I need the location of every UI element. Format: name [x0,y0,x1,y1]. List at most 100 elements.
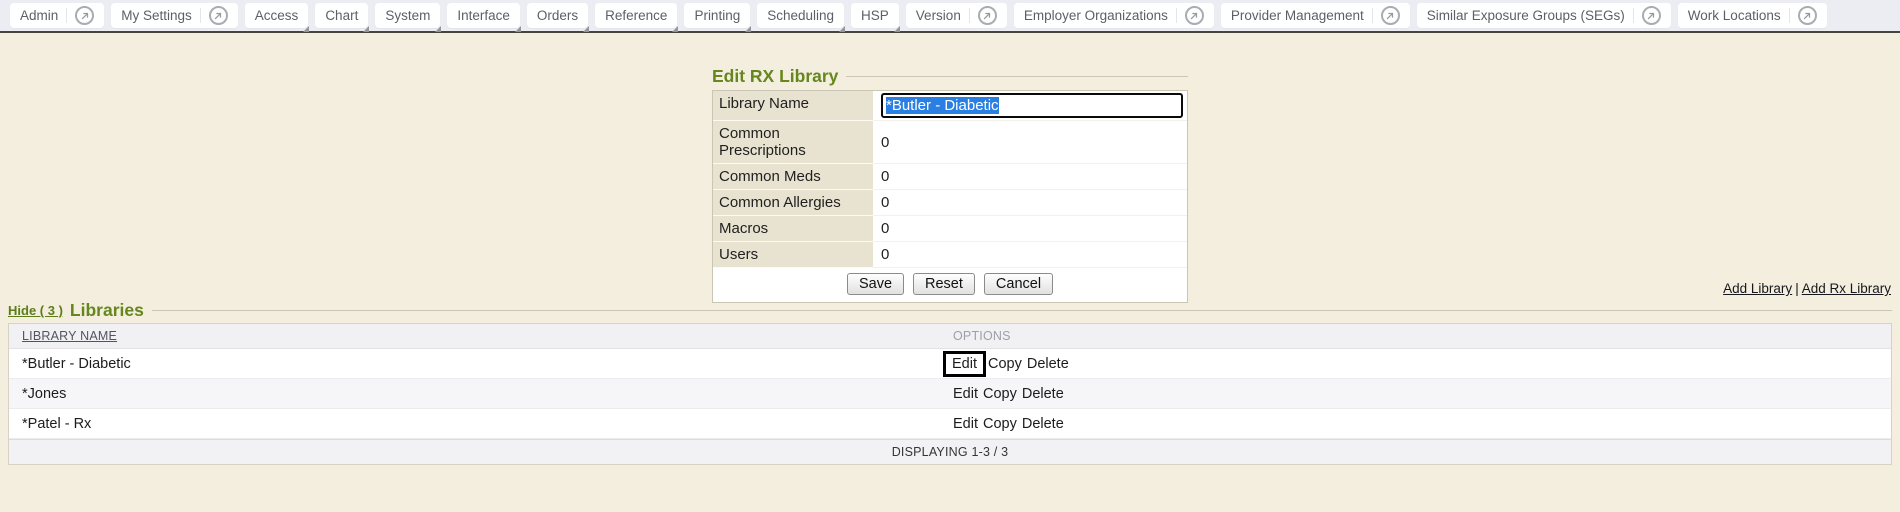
tab-hsp[interactable]: HSP [851,3,899,28]
add-links: Add Library|Add Rx Library [1723,281,1891,296]
divider [1176,8,1177,23]
library-name-cell: *Butler - Diabetic [9,356,941,372]
divider [66,8,67,23]
save-button[interactable]: Save [847,273,904,295]
add-rx-library-link[interactable]: Add Rx Library [1802,281,1891,296]
table-row: *Butler - Diabetic Edit Copy Delete [9,349,1891,379]
external-link-icon[interactable] [1185,6,1204,25]
tab-system[interactable]: System [375,3,440,28]
field-value: 0 [873,190,1187,216]
submenu-indicator-icon [435,26,441,32]
tab-label: Version [916,8,961,23]
field-value: *Butler - Diabetic [873,91,1187,121]
options-cell: Edit Copy Delete [941,351,1891,377]
delete-link[interactable]: Delete [1027,356,1069,372]
tab-access[interactable]: Access [245,3,309,28]
tab-work-locations[interactable]: Work Locations [1678,3,1827,28]
tab-label: Reference [605,8,667,23]
external-link-icon[interactable] [209,6,228,25]
field-value: 0 [873,216,1187,242]
copy-link[interactable]: Copy [983,416,1017,432]
field-value: 0 [873,164,1187,190]
selected-input-text: *Butler - Diabetic [886,97,999,114]
tab-label: Provider Management [1231,8,1364,23]
form-row-common-allergies: Common Allergies 0 [713,190,1187,216]
submenu-indicator-icon [745,26,751,32]
tab-similar-exposure-groups[interactable]: Similar Exposure Groups (SEGs) [1417,3,1671,28]
tab-label: Admin [20,8,58,23]
submenu-indicator-icon [583,26,589,32]
column-header-options: OPTIONS [941,329,1891,343]
external-link-icon[interactable] [1642,6,1661,25]
field-label: Library Name [713,91,873,121]
divider [1372,8,1373,23]
libraries-table: LIBRARY NAME OPTIONS *Butler - Diabetic … [8,323,1892,465]
tab-label: My Settings [121,8,192,23]
hide-link[interactable]: Hide ( 3 ) [8,303,63,318]
delete-link[interactable]: Delete [1022,416,1064,432]
edit-rx-library-form: Edit RX Library Library Name *Butler - D… [712,66,1188,303]
library-name-cell: *Patel - Rx [9,416,941,432]
tab-scheduling[interactable]: Scheduling [757,3,844,28]
tab-orders[interactable]: Orders [527,3,588,28]
tab-version[interactable]: Version [906,3,1007,28]
reset-button[interactable]: Reset [913,273,975,295]
column-header-library-name: LIBRARY NAME [9,329,941,343]
edit-link[interactable]: Edit [952,356,977,372]
field-label: Common Meds [713,164,873,190]
divider [1633,8,1634,23]
library-name-sort-link[interactable]: LIBRARY NAME [22,329,117,343]
divider [969,8,970,23]
tab-admin[interactable]: Admin [10,3,104,28]
tab-chart[interactable]: Chart [315,3,368,28]
legend-rule [152,310,1892,311]
options-cell: Edit Copy Delete [941,416,1891,432]
divider [1789,8,1790,23]
edit-link[interactable]: Edit [953,416,978,432]
form-row-library-name: Library Name *Butler - Diabetic [713,91,1187,121]
table-row: *Jones Edit Copy Delete [9,379,1891,409]
divider [200,8,201,23]
libraries-title: Libraries [70,300,144,321]
tab-label: Orders [537,8,578,23]
tab-label: Scheduling [767,8,834,23]
tab-label: System [385,8,430,23]
field-label: Macros [713,216,873,242]
tab-label: Employer Organizations [1024,8,1168,23]
tab-employer-organizations[interactable]: Employer Organizations [1014,3,1214,28]
submenu-indicator-icon [894,26,900,32]
form-title: Edit RX Library [712,66,838,87]
copy-link[interactable]: Copy [983,386,1017,402]
external-link-icon[interactable] [1798,6,1817,25]
table-header-row: LIBRARY NAME OPTIONS [9,324,1891,349]
tab-provider-management[interactable]: Provider Management [1221,3,1410,28]
submenu-indicator-icon [672,26,678,32]
tab-label: Access [255,8,299,23]
library-name-input[interactable]: *Butler - Diabetic [881,93,1183,118]
tab-interface[interactable]: Interface [447,3,520,28]
submenu-indicator-icon [839,26,845,32]
tab-my-settings[interactable]: My Settings [111,3,238,28]
table-row: *Patel - Rx Edit Copy Delete [9,409,1891,439]
tab-reference[interactable]: Reference [595,3,677,28]
delete-link[interactable]: Delete [1022,386,1064,402]
tab-label: Chart [325,8,358,23]
external-link-icon[interactable] [75,6,94,25]
edit-link[interactable]: Edit [953,386,978,402]
form-row-macros: Macros 0 [713,216,1187,242]
external-link-icon[interactable] [978,6,997,25]
tab-label: Work Locations [1688,8,1781,23]
tab-label: Printing [694,8,740,23]
field-label: Common Allergies [713,190,873,216]
form-row-common-meds: Common Meds 0 [713,164,1187,190]
tab-printing[interactable]: Printing [684,3,750,28]
add-library-link[interactable]: Add Library [1723,281,1792,296]
library-name-cell: *Jones [9,386,941,402]
cancel-button[interactable]: Cancel [984,273,1053,295]
field-value: 0 [873,121,1187,164]
field-label: Common Prescriptions [713,121,873,164]
submenu-indicator-icon [303,26,309,32]
copy-link[interactable]: Copy [988,356,1022,372]
legend-rule [846,76,1188,77]
external-link-icon[interactable] [1381,6,1400,25]
